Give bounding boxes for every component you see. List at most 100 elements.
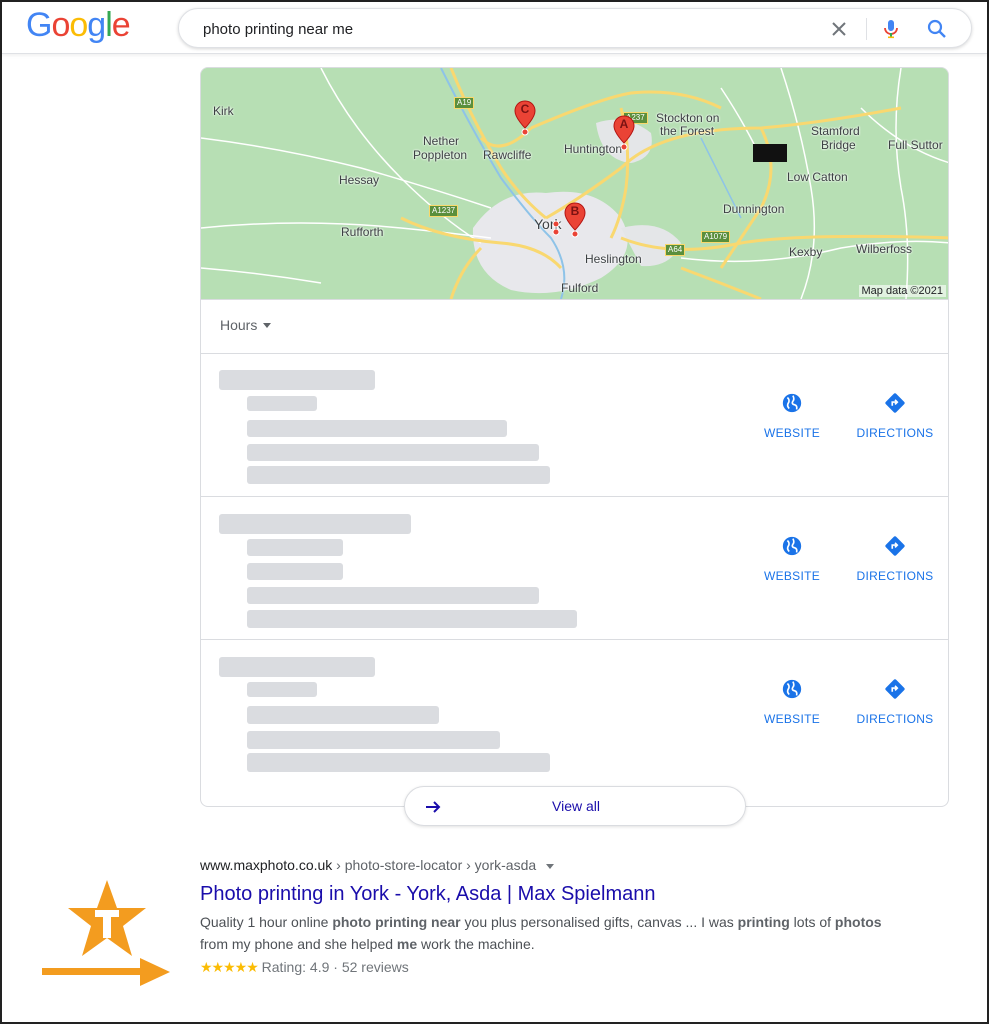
- map-label-dunnington: Dunnington: [723, 202, 785, 216]
- search-icon[interactable]: [925, 17, 949, 41]
- map-label-heslington: Heslington: [585, 252, 642, 266]
- view-all-button[interactable]: View all: [404, 786, 746, 826]
- map-pin-c[interactable]: C: [514, 100, 536, 136]
- road-badge-a1079: A1079: [701, 231, 731, 243]
- search-input[interactable]: [203, 18, 803, 40]
- redacted-details: [247, 420, 507, 437]
- microphone-icon[interactable]: [879, 17, 903, 41]
- view-all-label: View all: [552, 798, 600, 814]
- result-breadcrumb[interactable]: www.maxphoto.co.uk › photo-store-locator…: [200, 855, 900, 875]
- map-label-wilberfoss: Wilberfoss: [856, 242, 913, 256]
- directions-label: DIRECTIONS: [856, 426, 934, 440]
- directions-icon: [885, 536, 905, 556]
- rating-value: Rating: 4.9: [261, 959, 330, 975]
- website-button[interactable]: WEBSITE: [762, 392, 822, 442]
- redacted-details: [247, 563, 343, 580]
- redacted-address: [247, 731, 500, 749]
- directions-label: DIRECTIONS: [856, 569, 934, 583]
- hours-filter-button[interactable]: Hours: [220, 317, 272, 333]
- caret-down-icon: [263, 322, 272, 328]
- result-snippet: Quality 1 hour online photo printing nea…: [200, 911, 890, 955]
- result-path: › photo-store-locator › york-asda: [332, 857, 537, 873]
- review-count: 52 reviews: [341, 959, 409, 975]
- logo-letter: G: [26, 6, 52, 44]
- website-label: WEBSITE: [763, 569, 821, 583]
- redacted-business-name: [219, 514, 411, 534]
- search-box[interactable]: [178, 8, 972, 48]
- redacted-hours: [247, 610, 577, 628]
- snippet-text: work the machine.: [417, 936, 535, 952]
- logo-letter: o: [51, 6, 70, 44]
- directions-button[interactable]: DIRECTIONS: [853, 678, 937, 728]
- map-label-fulford: Fulford: [561, 281, 599, 295]
- snippet-text: lots of: [789, 914, 835, 930]
- map-label-kirk: Kirk: [213, 104, 234, 118]
- redacted-details: [247, 706, 439, 724]
- snippet-highlight: photos: [834, 914, 882, 930]
- snippet-highlight: me: [396, 936, 418, 952]
- snippet-text: you plus personalised gifts, canvas ... …: [460, 914, 738, 930]
- directions-icon: [885, 679, 905, 699]
- redacted-business-name: [219, 657, 375, 677]
- map-label-full-sutton: Full Suttor: [888, 138, 943, 152]
- logo-letter: g: [87, 6, 106, 44]
- map-dot-icon: [552, 220, 560, 236]
- road-badge-a19: A19: [454, 97, 475, 109]
- filter-bar: Hours: [201, 299, 948, 354]
- map-label-stamford-1: Stamford: [811, 124, 860, 138]
- website-label: WEBSITE: [763, 426, 821, 440]
- arrow-right-icon: [42, 958, 170, 986]
- map-label-hessay: Hessay: [339, 173, 380, 187]
- redacted-address: [247, 444, 539, 461]
- redacted-rating: [247, 682, 317, 697]
- map-label-poppleton: Poppleton: [413, 148, 468, 162]
- organic-result: www.maxphoto.co.uk › photo-store-locator…: [200, 855, 900, 977]
- map-label-nether: Nether: [423, 134, 460, 148]
- local-listing[interactable]: WEBSITE DIRECTIONS: [201, 354, 948, 497]
- map-label-low-catton: Low Catton: [787, 170, 848, 184]
- google-logo[interactable]: Google: [26, 6, 131, 45]
- map-pin-label-a: A: [619, 117, 629, 131]
- map-label-rawcliffe: Rawcliffe: [483, 148, 532, 162]
- snippet-text: from my phone and she helped: [200, 936, 397, 952]
- search-header: Google: [2, 2, 987, 54]
- globe-icon: [782, 536, 802, 556]
- snippet-highlight: printing: [737, 914, 790, 930]
- website-label: WEBSITE: [763, 712, 821, 726]
- local-listing[interactable]: WEBSITE DIRECTIONS: [201, 640, 948, 783]
- result-title-link[interactable]: Photo printing in York - York, Asda | Ma…: [200, 881, 900, 907]
- search-divider: [866, 18, 867, 40]
- road-badge-a64: A64: [665, 244, 686, 256]
- rating-separator: ·: [329, 959, 342, 975]
- local-results-card: Kirk Nether Poppleton Rawcliffe Huntingt…: [200, 67, 949, 807]
- directions-icon: [885, 393, 905, 413]
- map-label-stockton-1: Stockton on: [656, 111, 720, 125]
- redacted-rating: [247, 539, 343, 556]
- directions-button[interactable]: DIRECTIONS: [853, 535, 937, 585]
- directions-button[interactable]: DIRECTIONS: [853, 392, 937, 442]
- logo-letter: o: [69, 6, 88, 44]
- close-icon[interactable]: [827, 17, 851, 41]
- star-rating-icon: ★★★★★: [200, 959, 259, 975]
- website-button[interactable]: WEBSITE: [762, 535, 822, 585]
- directions-label: DIRECTIONS: [856, 712, 934, 726]
- snippet-highlight: photo printing near: [332, 914, 461, 930]
- map-label-rufforth: Rufforth: [341, 225, 384, 239]
- map-label-kexby: Kexby: [789, 245, 823, 259]
- hours-filter-label: Hours: [220, 317, 258, 333]
- website-button[interactable]: WEBSITE: [762, 678, 822, 728]
- map[interactable]: Kirk Nether Poppleton Rawcliffe Huntingt…: [201, 68, 948, 299]
- chevron-down-icon[interactable]: [546, 863, 555, 869]
- logo-letter: e: [111, 6, 131, 44]
- result-domain: www.maxphoto.co.uk: [200, 857, 333, 873]
- globe-icon: [782, 679, 802, 699]
- map-pin-a[interactable]: A: [613, 115, 635, 151]
- map-pin-label-c: C: [520, 102, 530, 116]
- redacted-hours: [247, 753, 550, 772]
- local-listing[interactable]: WEBSITE DIRECTIONS: [201, 497, 948, 640]
- map-label-stamford-2: Bridge: [821, 138, 856, 152]
- result-rating: ★★★★★ Rating: 4.9 · 52 reviews: [200, 957, 900, 977]
- map-label-stockton-2: the Forest: [660, 124, 715, 138]
- redaction-box: [753, 144, 787, 162]
- redacted-business-name: [219, 370, 375, 390]
